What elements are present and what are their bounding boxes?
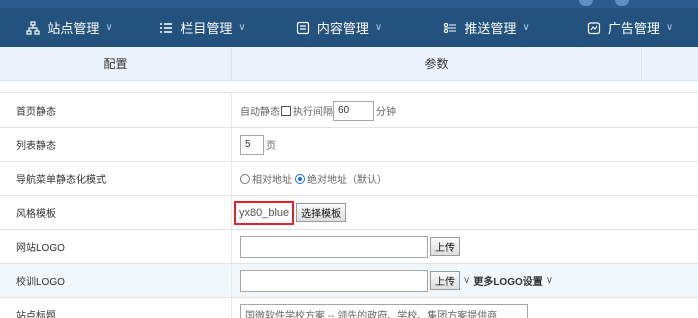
- template-name-highlight: yx80_blue: [234, 200, 295, 225]
- auto-static-checkbox[interactable]: [281, 105, 291, 116]
- row-value: 自动静态 执行间隔 分钟: [232, 94, 698, 127]
- nav-label: 推送管理: [464, 21, 517, 36]
- list-icon: [158, 20, 174, 36]
- table-row-site-logo: 网站LOGO 上传: [0, 230, 698, 264]
- absolute-address-label: 绝对地址（默认）: [307, 175, 387, 186]
- table-row-template: 风格模板 yx80_blue 选择模板: [0, 196, 698, 230]
- table-row-site-title: 站点标题: [0, 298, 698, 318]
- select-template-button[interactable]: 选择模板: [296, 203, 347, 222]
- user-icon[interactable]: [579, 0, 593, 6]
- row-label: 站点标题: [0, 298, 232, 318]
- push-icon: [442, 20, 458, 36]
- table-row-school-logo: 校训LOGO 上传 ∨ 更多LOGO设置 ∨: [0, 264, 698, 298]
- nav-content-management[interactable]: 内容管理 ∨: [266, 8, 411, 47]
- absolute-address-radio[interactable]: [295, 173, 305, 184]
- message-icon[interactable]: [615, 0, 629, 6]
- auto-static-label: 自动静态: [240, 107, 280, 118]
- school-logo-input[interactable]: [240, 269, 428, 292]
- sitemap-icon: [25, 20, 41, 36]
- chevron-down-icon: ∨: [105, 22, 113, 33]
- site-title-input[interactable]: [240, 303, 528, 318]
- nav-label: 站点管理: [47, 21, 100, 36]
- row-label: 风格模板: [0, 196, 232, 229]
- column-header-config: 配置: [0, 47, 232, 80]
- row-value: 上传: [232, 230, 698, 263]
- table-row-homepage-static: 首页静态 自动静态 执行间隔 分钟: [0, 94, 698, 128]
- row-label: 首页静态: [0, 94, 232, 127]
- relative-address-label: 相对地址: [252, 175, 292, 186]
- school-logo-upload-button[interactable]: 上传: [430, 271, 460, 290]
- column-header-params: 参数: [232, 47, 642, 80]
- chevron-down-icon: ∨: [238, 22, 246, 33]
- table-row-nav-mode: 导航菜单静态化模式 相对地址 绝对地址（默认）: [0, 162, 698, 196]
- row-value: [232, 298, 698, 318]
- more-logo-settings-link[interactable]: 更多LOGO设置: [473, 273, 542, 288]
- relative-address-radio[interactable]: [240, 173, 250, 184]
- row-label: 校训LOGO: [0, 264, 232, 297]
- interval-label: 执行间隔: [293, 107, 333, 118]
- row-value: 页: [232, 128, 698, 161]
- site-logo-upload-button[interactable]: 上传: [430, 237, 460, 256]
- nav-push-management[interactable]: 推送管理 ∨: [411, 8, 561, 47]
- site-logo-input[interactable]: [240, 235, 428, 258]
- row-value: yx80_blue 选择模板: [232, 196, 698, 229]
- column-header-empty: [642, 47, 698, 80]
- interval-input[interactable]: [333, 100, 374, 121]
- list-pages-input[interactable]: [240, 134, 264, 155]
- content-icon: [295, 20, 311, 36]
- row-value: 上传 ∨ 更多LOGO设置 ∨: [232, 264, 698, 297]
- chevron-down-icon: ∨: [545, 275, 554, 286]
- top-strip: [0, 0, 698, 8]
- nav-label: 广告管理: [607, 21, 660, 36]
- nav-label: 栏目管理: [180, 21, 233, 36]
- chevron-down-icon: ∨: [665, 22, 674, 33]
- interval-unit: 分钟: [376, 107, 396, 118]
- nav-column-management[interactable]: 栏目管理 ∨: [138, 8, 266, 47]
- chevron-down-icon: ∨: [463, 275, 471, 286]
- nav-site-management[interactable]: 站点管理 ∨: [0, 8, 138, 47]
- row-label: 列表静态: [0, 128, 232, 161]
- chevron-down-icon: ∨: [522, 22, 530, 33]
- chevron-down-icon: ∨: [374, 22, 383, 33]
- row-value: 相对地址 绝对地址（默认）: [232, 162, 698, 195]
- table-spacer-row: [0, 81, 698, 93]
- row-label: 网站LOGO: [0, 230, 232, 263]
- row-label: 导航菜单静态化模式: [0, 162, 232, 195]
- table-row-list-static: 列表静态 页: [0, 128, 698, 162]
- table-header: 配置 参数: [0, 47, 698, 81]
- main-nav: 站点管理 ∨ 栏目管理 ∨ 内容管理 ∨ 推送管理 ∨ 广告管理 ∨: [0, 8, 698, 47]
- ad-icon: [586, 20, 602, 36]
- list-pages-unit: 页: [266, 141, 276, 152]
- nav-label: 内容管理: [316, 21, 369, 36]
- nav-ad-management[interactable]: 广告管理 ∨: [561, 8, 698, 47]
